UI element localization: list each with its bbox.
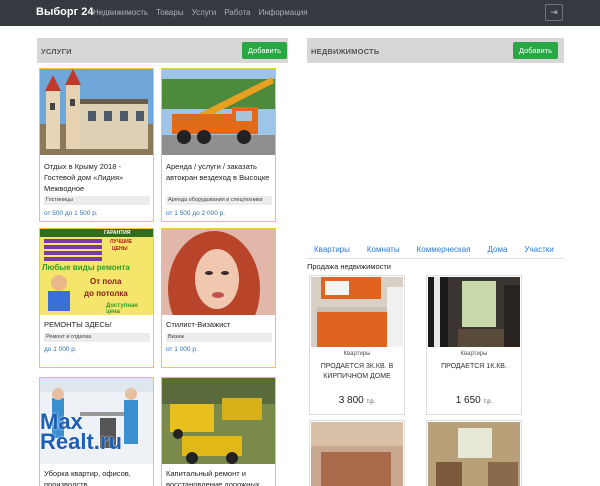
realty-type: Квартиры — [343, 351, 371, 357]
realty-card-3k[interactable]: Квартиры ПРОДАЕТСЯ 3К.КВ. В КИРПИЧНОМ ДО… — [309, 275, 405, 415]
ad-from-floor: От пола — [90, 277, 122, 286]
login-icon: ⇥ — [550, 7, 558, 17]
stylist-portrait-photo — [162, 229, 275, 315]
realty-price: 3 800 т.р. — [338, 395, 376, 406]
nav-link-services[interactable]: Услуги — [192, 8, 217, 17]
realty-desc[interactable]: ПРОДАЕТСЯ 3К.КВ. В КИРПИЧНОМ ДОМЕ — [314, 362, 400, 382]
realty-card-4[interactable] — [426, 420, 522, 486]
living-room-photo — [428, 422, 520, 486]
ad-main: Любые виды ремонта — [42, 263, 130, 272]
ad-prices: ЦЕНЫ — [112, 246, 128, 252]
ad-cheap: Доступная цена — [106, 303, 138, 315]
road-machinery-photo — [162, 378, 275, 464]
realty-header: НЕДВИЖИМОСТЬ Добавить — [307, 38, 564, 63]
service-card-title[interactable]: Капитальный ремонт и восстановление доро… — [166, 468, 272, 486]
realty-type: Квартиры — [460, 351, 488, 357]
guesthouse-photo — [40, 69, 153, 155]
service-card-crimea[interactable]: Отдых в Крыму 2018 - Гостевой дом «Лидия… — [39, 68, 154, 222]
realty-card-1k[interactable]: Квартиры ПРОДАЕТСЯ 1К.КВ. 1 650 т.р. — [426, 275, 522, 415]
service-price: от 1 500 до 2 000 р. — [166, 210, 226, 217]
watermark-logo: Max Realt.ru — [40, 409, 122, 454]
realty-price: 1 650 т.р. — [455, 395, 493, 406]
tab-houses[interactable]: Дома — [488, 245, 508, 254]
tab-commercial[interactable]: Коммерческая — [417, 245, 471, 254]
kitchen-photo — [311, 277, 403, 347]
service-card-title[interactable]: Отдых в Крыму 2018 - Гостевой дом «Лидия… — [44, 161, 150, 194]
service-card-title[interactable]: Уборка квартир, офисов, производств — [44, 468, 150, 486]
service-card-title[interactable]: Аренда / услуги / заказать автокран везд… — [166, 161, 272, 183]
realty-sale-heading: Продажа недвижимости — [307, 262, 391, 271]
top-navbar: Выборг 24 Недвижимость Товары Услуги Раб… — [0, 0, 600, 26]
ad-best: ЛУЧШИЕ — [110, 239, 133, 245]
service-card-repairs[interactable]: ГАРАНТИЯ ЛУЧШИЕ ЦЕНЫ Любые виды ремонта … — [39, 228, 154, 368]
tab-rooms[interactable]: Комнаты — [367, 245, 400, 254]
service-card-road-repair[interactable]: Капитальный ремонт и восстановление доро… — [161, 377, 276, 486]
realty-title: НЕДВИЖИМОСТЬ — [311, 47, 380, 56]
service-card-title[interactable]: Стилист-Визажист — [166, 319, 272, 330]
service-price: от 1 000 р. — [166, 346, 198, 353]
nav-link-jobs[interactable]: Работа — [224, 8, 250, 17]
nav-link-goods[interactable]: Товары — [156, 8, 184, 17]
nav-link-info[interactable]: Информация — [259, 8, 308, 17]
brand-link[interactable]: Выборг 24 — [36, 6, 93, 18]
ad-to-ceiling: до потолка — [84, 289, 128, 298]
service-price: от 500 до 1 500 р. — [44, 210, 98, 217]
add-realty-button[interactable]: Добавить — [513, 42, 558, 59]
realty-card-3[interactable] — [309, 420, 405, 486]
login-button[interactable]: ⇥ — [545, 4, 563, 21]
ad-guarantee: ГАРАНТИЯ — [104, 230, 131, 236]
crane-truck-photo — [162, 69, 275, 155]
nav-link-realty[interactable]: Недвижимость — [93, 8, 148, 17]
room-photo — [428, 277, 520, 347]
ad-services-list — [44, 239, 102, 263]
add-service-button[interactable]: Добавить — [242, 42, 287, 59]
tabs-divider — [306, 258, 564, 259]
realty-desc[interactable]: ПРОДАЕТСЯ 1К.КВ. — [431, 362, 517, 372]
service-price: до 1 000 р. — [44, 346, 77, 353]
realty-tabs: Квартиры Комнаты Коммерческая Дома Участ… — [314, 245, 554, 254]
tab-apartments[interactable]: Квартиры — [314, 245, 350, 254]
service-card-title[interactable]: РЕМОНТЫ ЗДЕСЬ! — [44, 319, 150, 330]
service-card-stylist[interactable]: Стилист-Визажист Визаж от 1 000 р. — [161, 228, 276, 368]
service-card-crane[interactable]: Аренда / услуги / заказать автокран везд… — [161, 68, 276, 222]
bedroom-photo — [311, 422, 403, 486]
repairs-ad-image: ГАРАНТИЯ ЛУЧШИЕ ЦЕНЫ Любые виды ремонта … — [40, 229, 153, 315]
service-category: Ремонт и отделка — [44, 333, 150, 342]
services-header: УСЛУГИ Добавить — [37, 38, 288, 63]
service-category: Визаж — [166, 333, 272, 342]
services-title: УСЛУГИ — [41, 47, 72, 56]
service-category: Гостиницы — [44, 196, 150, 205]
nav-menu: Недвижимость Товары Услуги Работа Информ… — [93, 8, 308, 17]
service-category: Аренда оборудования и спецтехники — [166, 196, 272, 205]
tab-plots[interactable]: Участки — [524, 245, 553, 254]
